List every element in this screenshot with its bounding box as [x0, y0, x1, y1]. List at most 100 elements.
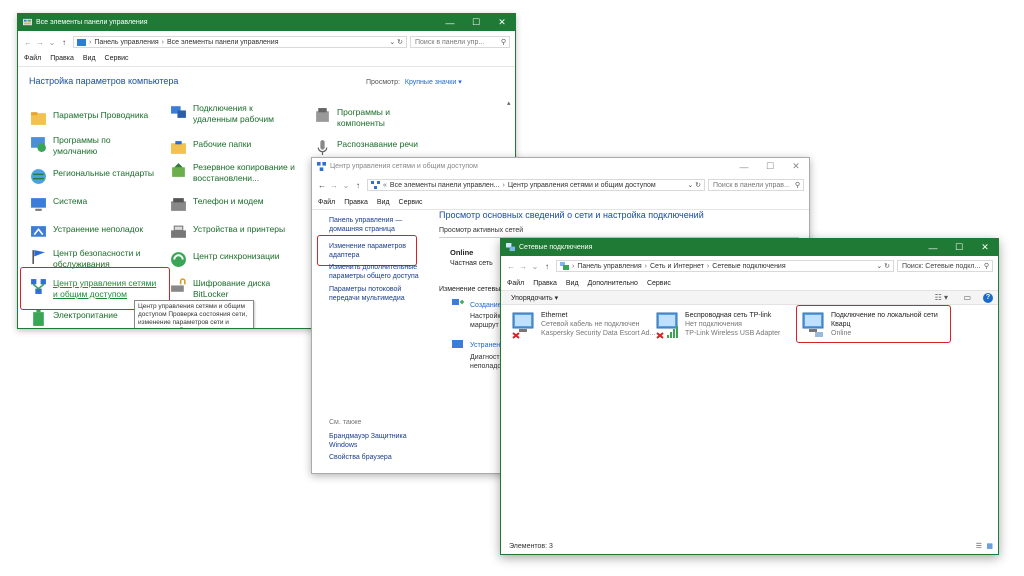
- menu-view[interactable]: Вид: [377, 199, 390, 206]
- up-button[interactable]: ↑: [58, 38, 70, 47]
- address-dropdown-icon[interactable]: ⌄ ↻: [873, 262, 893, 270]
- item-remote-connections[interactable]: Подключения к удаленным рабочим: [170, 103, 293, 125]
- firewall-link[interactable]: Брандмауэр Защитника Windows: [329, 432, 419, 450]
- troubleshoot-icon: [31, 226, 46, 237]
- item-explorer-options[interactable]: Параметры Проводника: [30, 110, 148, 127]
- network-connections-icon: [506, 243, 515, 252]
- recent-button[interactable]: ⌄: [46, 38, 58, 47]
- item-phone-modem[interactable]: Телефон и модем: [170, 196, 264, 213]
- scrollbar[interactable]: ▴: [507, 99, 513, 139]
- address-box[interactable]: › Панель управления › Сеть и Интернет › …: [556, 260, 894, 272]
- menu-file[interactable]: Файл: [318, 199, 335, 206]
- item-troubleshooting[interactable]: Устранение неполадок: [30, 224, 143, 241]
- troubleshoot-desc: Диагност неполадо: [470, 354, 502, 370]
- sidebar-streaming-link[interactable]: Параметры потоковой передачи мультимедиа: [329, 285, 409, 303]
- back-button[interactable]: ←: [316, 181, 328, 190]
- menu-tools[interactable]: Сервис: [399, 199, 423, 206]
- view-dropdown-arrow-icon[interactable]: ▾: [458, 79, 462, 86]
- maximize-button[interactable]: ☐: [757, 158, 783, 175]
- search-input[interactable]: Поиск в панели управ...: [713, 182, 790, 189]
- back-button[interactable]: ←: [505, 262, 517, 271]
- menu-file[interactable]: Файл: [24, 55, 41, 62]
- close-button[interactable]: ✕: [489, 14, 515, 31]
- item-speech-recognition[interactable]: Распознавание речи: [314, 139, 418, 156]
- item-system[interactable]: Система: [30, 196, 87, 213]
- menu-tools[interactable]: Сервис: [105, 55, 129, 62]
- remote-desktop-icon: [171, 106, 186, 118]
- work-folder-icon: [171, 141, 186, 154]
- item-sync-center[interactable]: Центр синхронизации: [170, 251, 280, 268]
- minimize-button[interactable]: —: [920, 239, 946, 256]
- connection-wireless[interactable]: Беспроводная сеть TP-link Нет подключени…: [655, 311, 780, 339]
- menu-file[interactable]: Файл: [507, 280, 524, 287]
- address-dropdown-icon[interactable]: ⌄ ↻: [386, 38, 406, 46]
- organize-button[interactable]: Упорядочить ▾: [511, 294, 558, 302]
- connection-ethernet[interactable]: Ethernet Сетевой кабель не подключен Kas…: [511, 311, 655, 339]
- item-power-options[interactable]: Электропитание: [30, 310, 118, 327]
- address-dropdown-icon[interactable]: ⌄ ↻: [684, 181, 704, 189]
- up-button[interactable]: ↑: [541, 262, 553, 271]
- sidebar-sharing-settings-link[interactable]: Изменить дополнительные параметры общего…: [329, 263, 424, 281]
- search-input[interactable]: Поиск в панели упр...: [415, 39, 484, 46]
- item-regional-settings[interactable]: Региональные стандарты: [30, 168, 154, 185]
- view-label: Просмотр:: [366, 79, 400, 86]
- maximize-button[interactable]: ☐: [946, 239, 972, 256]
- forward-button[interactable]: →: [34, 38, 46, 47]
- breadcrumb-2[interactable]: Все элементы панели управления: [167, 39, 278, 46]
- search-box[interactable]: Поиск в панели управ... ⚲: [708, 179, 804, 191]
- search-input[interactable]: Поиск: Сетевые подкл...: [902, 263, 980, 270]
- breadcrumb-1[interactable]: Все элементы панели управлен...: [390, 182, 500, 189]
- minimize-button[interactable]: —: [731, 158, 757, 175]
- minimize-button[interactable]: —: [437, 14, 463, 31]
- item-devices-printers[interactable]: Устройства и принтеры: [170, 224, 285, 241]
- network-connections-window: Сетевые подключения — ☐ ✕ ← → ⌄ ↑ › Пане…: [500, 238, 999, 555]
- icons-view-icon[interactable]: ▦: [986, 540, 993, 554]
- help-icon[interactable]: ?: [983, 293, 993, 303]
- close-button[interactable]: ✕: [783, 158, 809, 175]
- search-icon[interactable]: ⚲: [984, 262, 992, 270]
- menu-edit[interactable]: Правка: [344, 199, 368, 206]
- back-button[interactable]: ←: [22, 38, 34, 47]
- browser-properties-link[interactable]: Свойства браузера: [329, 453, 392, 462]
- status-bar: Элементов: 3 ☰ ▦: [501, 540, 998, 554]
- maximize-button[interactable]: ☐: [463, 14, 489, 31]
- breadcrumb-2[interactable]: Центр управления сетями и общим доступом: [508, 182, 656, 189]
- item-backup-restore[interactable]: Резервное копирование и восстановлени...: [170, 162, 303, 184]
- search-icon[interactable]: ⚲: [795, 181, 803, 189]
- address-box[interactable]: › Панель управления › Все элементы панел…: [73, 36, 407, 48]
- item-work-folders[interactable]: Рабочие папки: [170, 139, 251, 156]
- title-bar: Сетевые подключения — ☐ ✕: [501, 239, 998, 256]
- close-button[interactable]: ✕: [972, 239, 998, 256]
- details-view-icon[interactable]: ☰: [976, 540, 982, 554]
- breadcrumb-3[interactable]: Сетевые подключения: [712, 263, 785, 270]
- menu-advanced[interactable]: Дополнительно: [588, 280, 638, 287]
- search-box[interactable]: Поиск в панели упр... ⚲: [410, 36, 510, 48]
- create-connection-link[interactable]: Создание: [470, 301, 502, 310]
- menu-edit[interactable]: Правка: [533, 280, 557, 287]
- item-programs-features[interactable]: Программы и компоненты: [314, 107, 437, 129]
- preview-pane-icon[interactable]: ▭: [963, 293, 971, 302]
- item-default-programs[interactable]: Программы по умолчанию: [30, 135, 133, 157]
- up-button[interactable]: ↑: [352, 181, 364, 190]
- forward-button[interactable]: →: [328, 181, 340, 190]
- highlight-local-connection: [796, 305, 951, 343]
- recent-button[interactable]: ⌄: [529, 262, 541, 271]
- search-icon[interactable]: ⚲: [501, 38, 509, 46]
- view-dropdown[interactable]: Крупные значки: [405, 79, 456, 86]
- item-bitlocker[interactable]: Шифрование диска BitLocker: [170, 278, 293, 300]
- troubleshoot-link[interactable]: Устранен: [470, 341, 500, 350]
- menu-edit[interactable]: Правка: [50, 55, 74, 62]
- forward-button[interactable]: →: [517, 262, 529, 271]
- recent-button[interactable]: ⌄: [340, 181, 352, 190]
- breadcrumb-1[interactable]: Панель управления: [577, 263, 641, 270]
- sidebar-home-link[interactable]: Панель управления — домашняя страница: [329, 216, 414, 234]
- change-settings-label: Изменение сетевых: [439, 286, 504, 293]
- search-box[interactable]: Поиск: Сетевые подкл... ⚲: [897, 260, 993, 272]
- menu-view[interactable]: Вид: [83, 55, 96, 62]
- breadcrumb-2[interactable]: Сеть и Интернет: [650, 263, 704, 270]
- view-options-icon[interactable]: ☷ ▾: [935, 293, 948, 302]
- menu-view[interactable]: Вид: [566, 280, 579, 287]
- menu-tools[interactable]: Сервис: [647, 280, 671, 287]
- breadcrumb-1[interactable]: Панель управления: [94, 39, 158, 46]
- address-box[interactable]: « Все элементы панели управлен... › Цент…: [367, 179, 705, 191]
